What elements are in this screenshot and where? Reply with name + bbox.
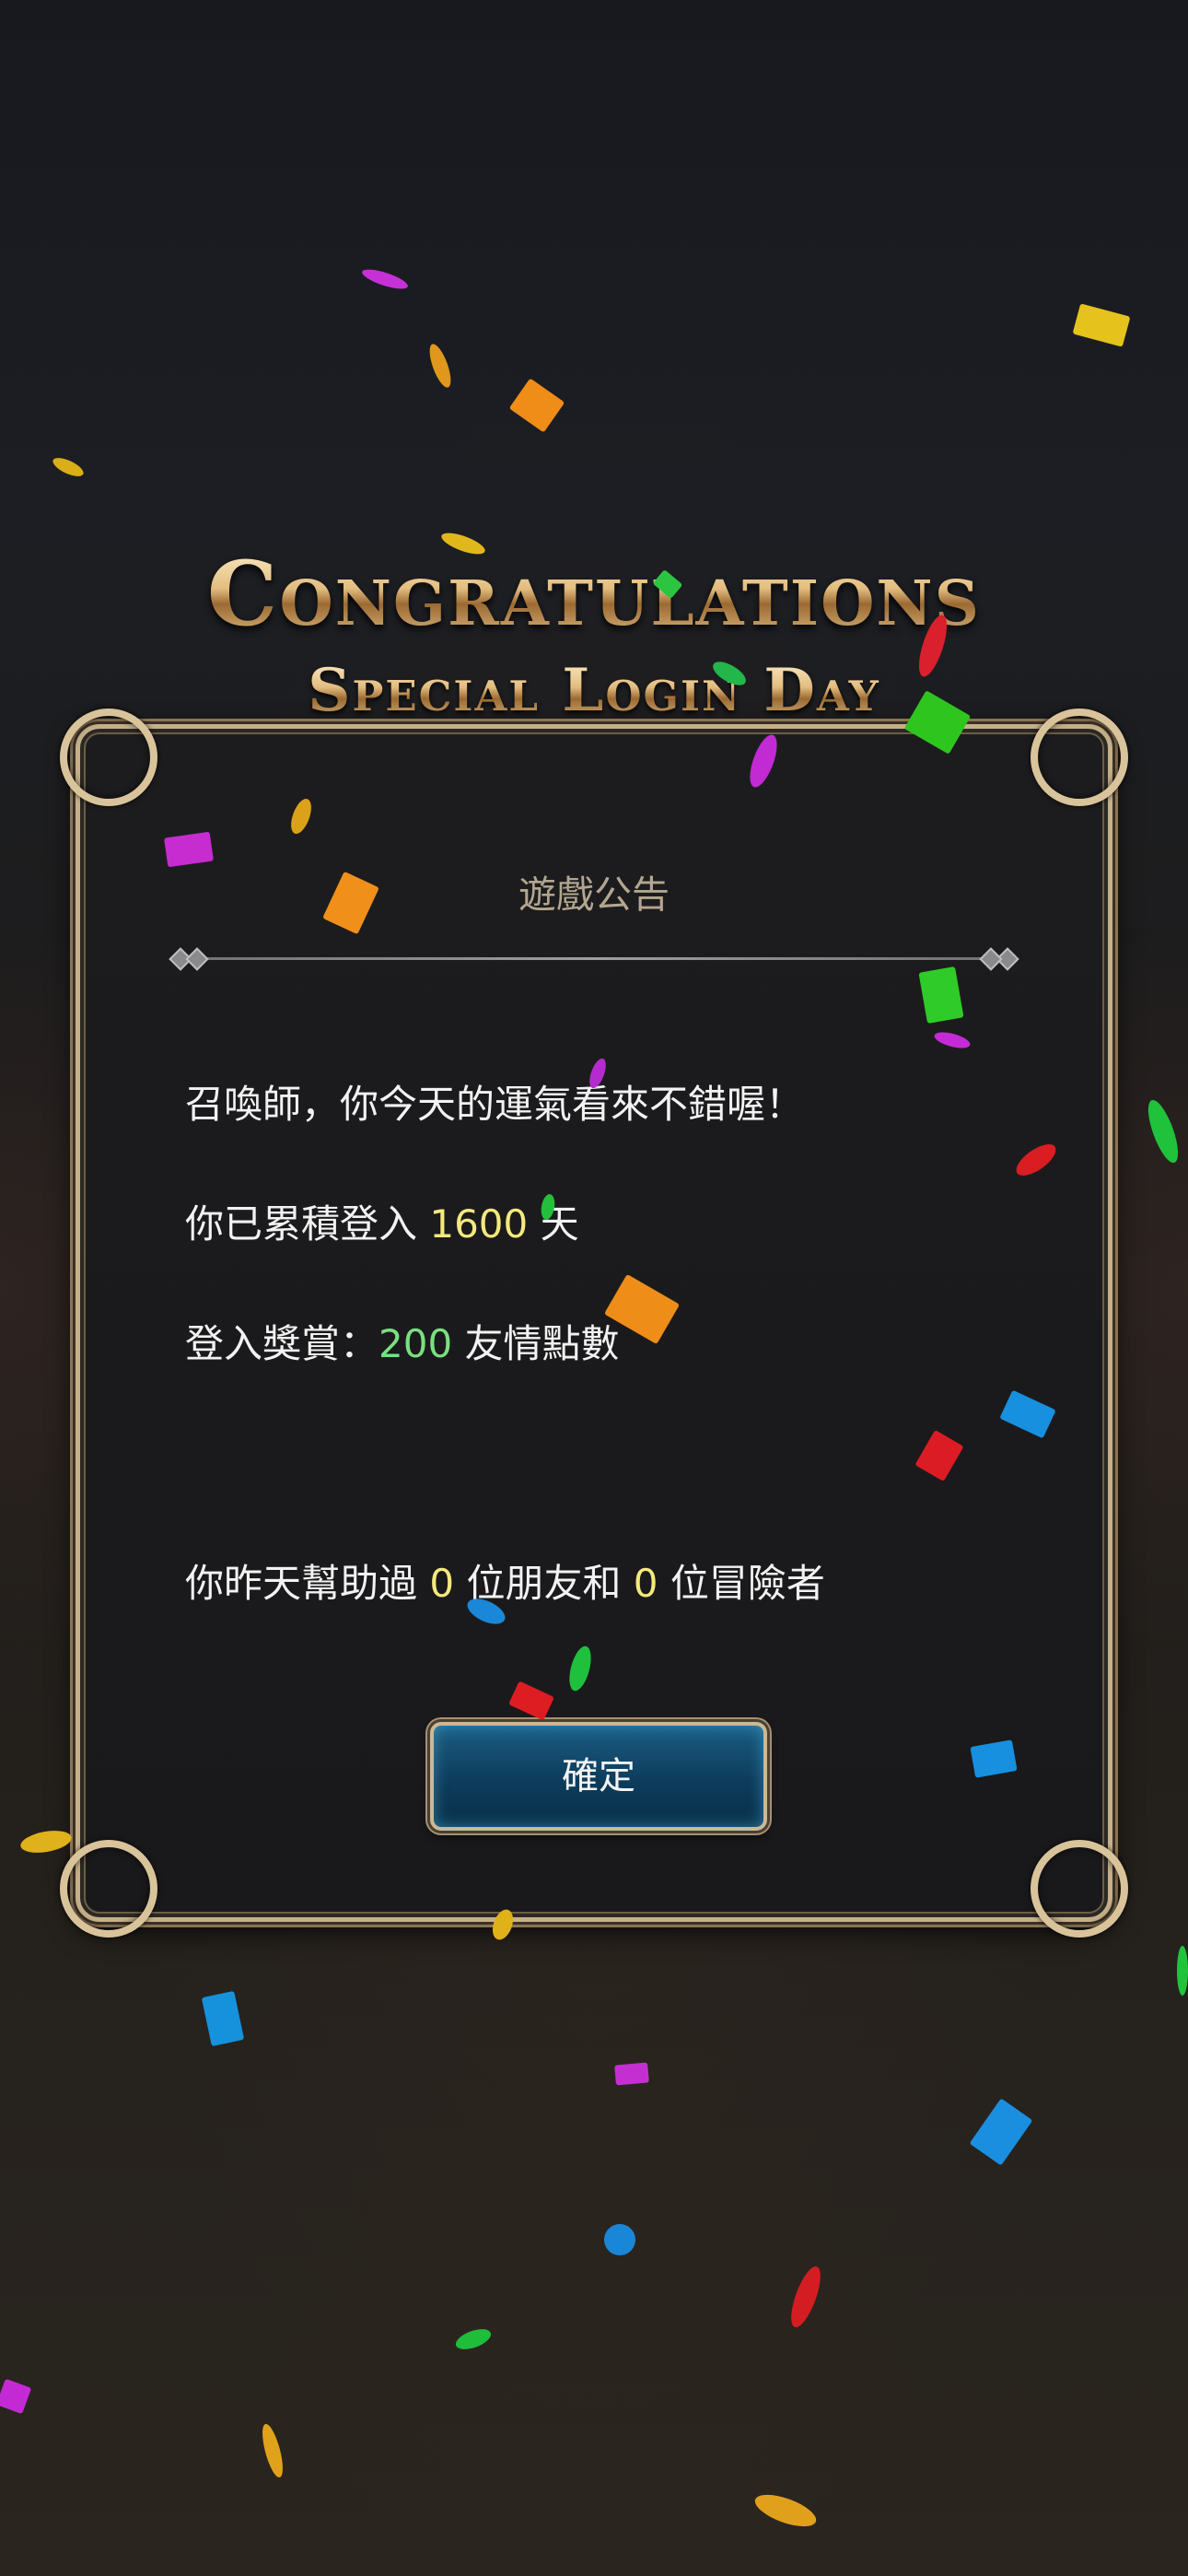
congratulations-banner-title: Congratulations	[0, 542, 1188, 646]
help-suffix: 位冒險者	[658, 1561, 825, 1606]
login-days-prefix: 你已累積登入	[185, 1201, 430, 1247]
announcement-dialog: 遊戲公告 召喚師，你今天的運氣看來不錯喔！ 你已累積登入 1600 天 登入獎賞…	[60, 708, 1128, 1938]
frame-corner-ornament	[1031, 708, 1128, 806]
dialog-title: 遊戲公告	[518, 872, 670, 917]
help-prefix: 你昨天幫助過	[185, 1561, 430, 1606]
helped-players-line: 你昨天幫助過 0 位朋友和 0 位冒險者	[185, 1552, 825, 1609]
confetti-piece	[1177, 1946, 1188, 1996]
login-days-count: 1600	[429, 1201, 529, 1247]
login-days-line: 你已累積登入 1600 天	[185, 1193, 579, 1249]
adventurers-helped-count: 0	[633, 1561, 658, 1606]
frame-corner-ornament	[1031, 1840, 1128, 1938]
divider-diamond-icon	[979, 947, 1003, 971]
divider-diamond-icon	[185, 947, 209, 971]
friends-helped-count: 0	[429, 1561, 455, 1606]
confetti-piece	[614, 2062, 649, 2086]
reward-prefix: 登入獎賞：	[185, 1321, 379, 1366]
reward-amount: 200	[379, 1321, 453, 1366]
frame-corner-ornament	[60, 708, 157, 806]
reward-suffix: 友情點數	[452, 1321, 620, 1366]
special-login-day-subtitle: Special Login Day	[0, 656, 1188, 725]
confirm-button[interactable]: 確定	[430, 1722, 767, 1831]
login-reward-line: 登入獎賞：200 友情點數	[185, 1313, 620, 1369]
title-divider	[172, 957, 1016, 960]
greeting-text: 召喚師，你今天的運氣看來不錯喔！	[185, 1082, 805, 1127]
frame-corner-ornament	[60, 1840, 157, 1938]
